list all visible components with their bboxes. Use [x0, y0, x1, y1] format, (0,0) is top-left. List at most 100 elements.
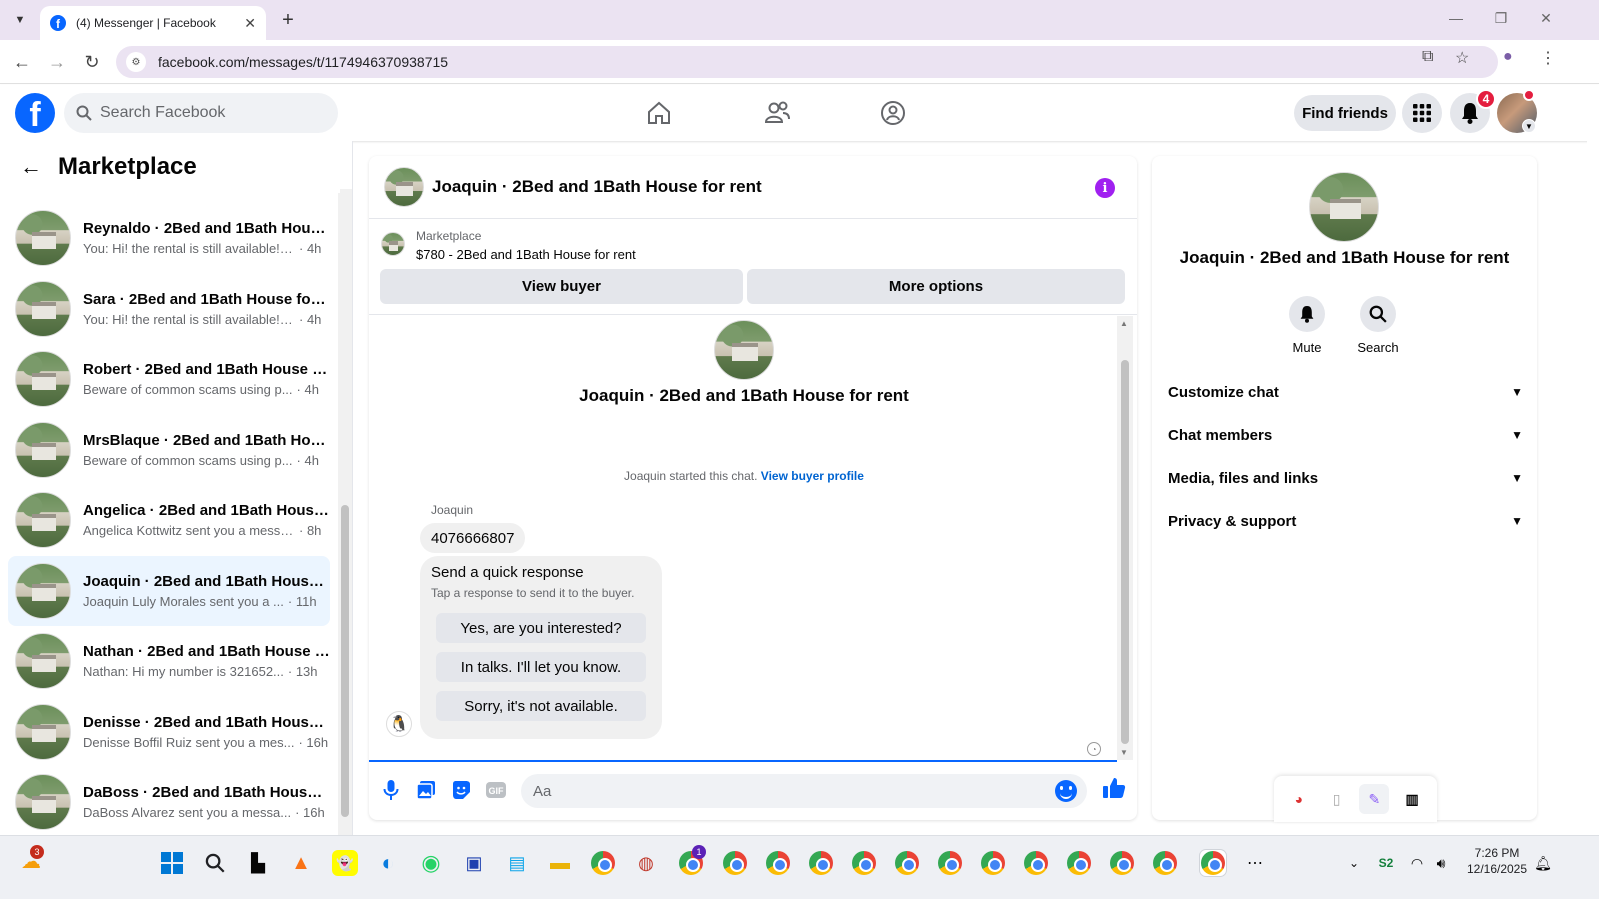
color-wheel-icon[interactable]: ◕ [1284, 784, 1314, 814]
conversation-item[interactable]: Sara · 2Bed and 1Bath House for rent You:… [8, 274, 330, 345]
microphone-icon[interactable] [379, 778, 403, 802]
notification-center-icon[interactable]: 🔔︎ [1530, 850, 1556, 876]
gif-icon[interactable]: GIF [484, 778, 508, 802]
minimize-window-icon[interactable]: — [1441, 10, 1471, 26]
emoji-icon[interactable] [1055, 780, 1077, 802]
chrome-profile-icon[interactable] [980, 850, 1006, 876]
conversation-item[interactable]: Angelica · 2Bed and 1Bath House for rent… [8, 485, 330, 556]
vlc-icon[interactable]: ▲ [288, 850, 314, 876]
tray-app-icon[interactable]: S2 [1373, 850, 1399, 876]
thumbs-up-icon[interactable] [1102, 776, 1126, 800]
scrollbar-thumb[interactable] [1121, 360, 1129, 744]
start-windows-icon[interactable] [159, 850, 185, 876]
facebook-search[interactable]: Search Facebook [64, 93, 338, 133]
tab-close-icon[interactable]: ✕ [244, 15, 256, 32]
sticker-icon[interactable] [449, 778, 473, 802]
scroll-down-arrow-icon[interactable]: ▼ [1120, 748, 1128, 757]
chat-members-section[interactable]: Chat members ▼ [1168, 417, 1523, 453]
conversation-item[interactable]: MrsBlaque · 2Bed and 1Bath House for ren… [8, 415, 330, 486]
customize-chat-section[interactable]: Customize chat ▼ [1168, 374, 1523, 410]
app-icon[interactable]: ◍ [633, 850, 659, 876]
snapchat-icon[interactable]: 👻 [332, 850, 358, 876]
address-bar[interactable]: ⚙ facebook.com/messages/t/11749463709387… [116, 46, 1498, 78]
tray-chevron-up-icon[interactable]: ⌄ [1341, 850, 1367, 876]
wifi-icon[interactable]: ◠ [1404, 850, 1430, 876]
chrome-icon[interactable] [590, 850, 616, 876]
chart-bars-icon[interactable]: ▥ [1397, 784, 1427, 814]
conversation-list-scrollbar[interactable] [338, 189, 352, 835]
view-buyer-profile-link[interactable]: View buyer profile [761, 469, 864, 483]
profile-icon[interactable]: ● [1503, 48, 1513, 66]
chrome-profile-icon[interactable] [1109, 850, 1135, 876]
quick-response-option[interactable]: Sorry, it's not available. [436, 691, 646, 721]
bookmark-star-icon[interactable]: ☆ [1455, 48, 1469, 68]
new-tab-button[interactable]: + [276, 8, 300, 32]
forward-button[interactable]: → [45, 50, 69, 74]
view-buyer-button[interactable]: View buyer [380, 269, 743, 304]
site-settings-icon[interactable]: ⚙ [126, 52, 146, 72]
chrome-profile-icon[interactable] [1152, 850, 1178, 876]
listing-thumbnail[interactable] [381, 232, 405, 256]
clock[interactable]: 7:26 PM 12/16/2025 [1462, 845, 1532, 877]
chrome-profile-icon[interactable] [894, 850, 920, 876]
search-in-chat-button[interactable]: Search [1348, 296, 1408, 355]
edge-icon[interactable]: ◐ [375, 850, 401, 876]
friends-icon[interactable] [759, 95, 795, 131]
mute-button[interactable]: Mute [1277, 296, 1337, 355]
quick-response-option[interactable]: In talks. I'll let you know. [436, 652, 646, 682]
menu-grid-icon[interactable] [1402, 93, 1442, 133]
chrome-profile-icon[interactable] [808, 850, 834, 876]
conversation-item[interactable]: Robert · 2Bed and 1Bath House for rent Be… [8, 344, 330, 415]
task-view-icon[interactable]: ▙ [245, 850, 271, 876]
restore-window-icon[interactable]: ❐ [1486, 10, 1516, 27]
photo-icon[interactable] [414, 778, 438, 802]
chat-avatar[interactable] [384, 167, 424, 207]
close-window-icon[interactable]: ✕ [1531, 10, 1561, 27]
back-button[interactable]: ← [10, 50, 34, 74]
file-explorer-icon[interactable]: ▬ [547, 850, 573, 876]
browser-tab-messenger[interactable]: f (4) Messenger | Facebook ✕ [40, 6, 266, 40]
media-files-links-section[interactable]: Media, files and links ▼ [1168, 460, 1523, 496]
browser-menu-icon[interactable]: ⋮ [1540, 48, 1556, 68]
chrome-profile-icon[interactable] [722, 850, 748, 876]
conversation-item[interactable]: Denisse · 2Bed and 1Bath House for rent D… [8, 697, 330, 768]
listing-title[interactable]: $780 - 2Bed and 1Bath House for rent [416, 247, 636, 262]
tab-list-chevron-icon[interactable]: ▼ [8, 8, 32, 32]
account-chevron-down-icon[interactable]: ▼ [1522, 119, 1536, 133]
whatsapp-icon[interactable]: ◉ [418, 850, 444, 876]
chrome-profile-icon[interactable] [765, 850, 791, 876]
chrome-profile-icon[interactable] [1066, 850, 1092, 876]
more-apps-icon[interactable]: ⋯ [1242, 850, 1268, 876]
sender-avatar[interactable]: 🐧 [386, 711, 412, 737]
chat-title[interactable]: Joaquin · 2Bed and 1Bath House for rent [432, 177, 762, 197]
conversation-item[interactable]: Nathan · 2Bed and 1Bath House for rent Na… [8, 626, 330, 697]
quick-response-option[interactable]: Yes, are you interested? [436, 613, 646, 643]
message-thread-scrollbar[interactable]: ▲ ▼ [1117, 316, 1133, 760]
page-scrollbar[interactable] [1587, 141, 1599, 835]
scroll-up-arrow-icon[interactable]: ▲ [1120, 319, 1128, 328]
details-avatar[interactable] [1309, 172, 1379, 242]
conversation-item[interactable]: Reynaldo · 2Bed and 1Bath House for rent… [8, 203, 330, 274]
install-app-icon[interactable]: ⧉ [1422, 48, 1433, 66]
message-bubble[interactable]: 4076666807 [420, 523, 526, 553]
privacy-support-section[interactable]: Privacy & support ▼ [1168, 503, 1523, 539]
chrome-profile-icon[interactable] [851, 850, 877, 876]
chrome-profile-icon[interactable] [937, 850, 963, 876]
find-friends-button[interactable]: Find friends [1294, 95, 1396, 131]
conversation-item-active[interactable]: Joaquin · 2Bed and 1Bath House for rent J… [8, 555, 330, 626]
reload-button[interactable]: ↻ [80, 50, 104, 74]
pen-icon[interactable]: ✎ [1359, 784, 1390, 814]
chrome-active-icon[interactable] [1200, 850, 1226, 876]
more-options-button[interactable]: More options [747, 269, 1125, 304]
volume-icon[interactable]: 🔊︎ [1428, 850, 1454, 876]
app-icon[interactable]: ▤ [504, 850, 530, 876]
message-input[interactable]: Aa [521, 774, 1087, 808]
taskbar-search-icon[interactable] [202, 850, 228, 876]
facebook-logo[interactable]: f [15, 93, 55, 133]
chrome-profile-icon[interactable] [1023, 850, 1049, 876]
scrollbar-thumb[interactable] [341, 505, 349, 817]
groups-icon[interactable] [875, 95, 911, 131]
cup-icon[interactable]: ▯ [1322, 784, 1352, 814]
info-icon[interactable]: i [1095, 178, 1115, 198]
back-arrow-icon[interactable]: ← [20, 154, 42, 180]
